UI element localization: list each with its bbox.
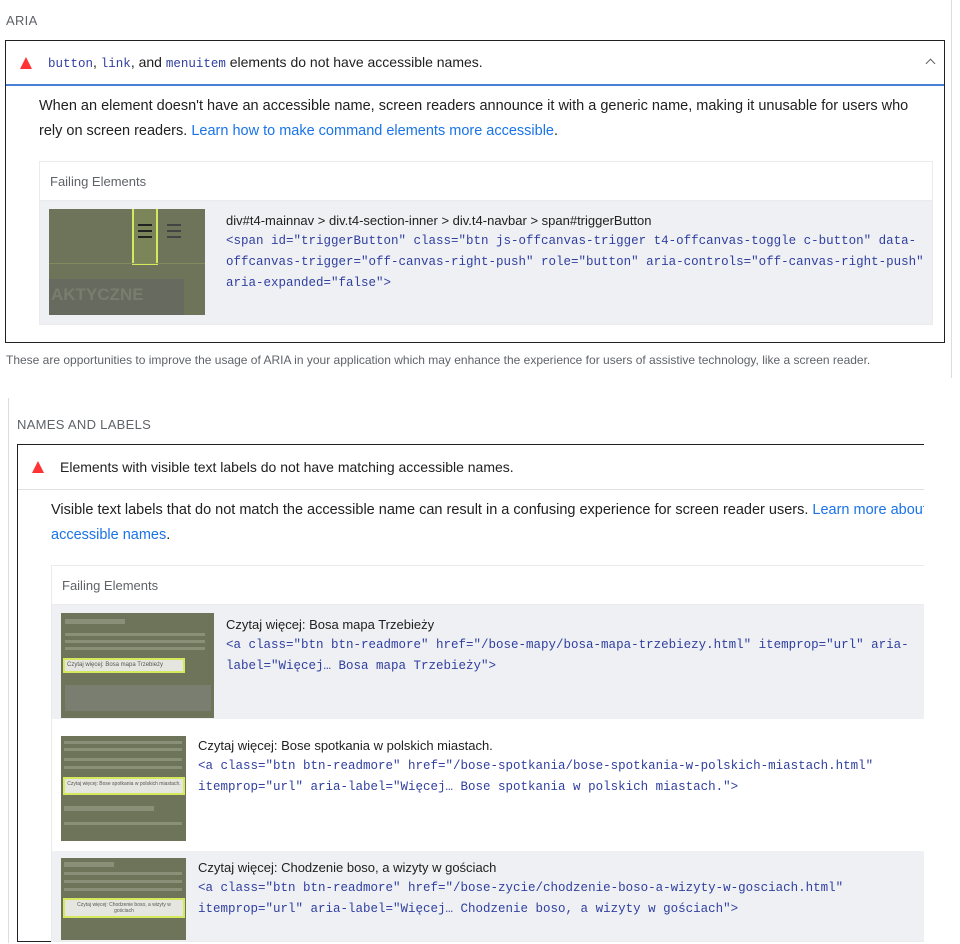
chevron-up-icon[interactable] [927, 55, 934, 67]
element-details: div#t4-mainnav > div.t4-section-inner > … [226, 201, 932, 324]
hamburger-icon [167, 224, 181, 226]
element-details: Czytaj więcej: Chodzenie boso, a wizyty … [198, 851, 898, 941]
audit-header[interactable]: button, link, and menuitem elements do n… [6, 41, 944, 86]
audit-header[interactable]: Elements with visible text labels do not… [18, 445, 924, 490]
table-row[interactable]: Czytaj więcej: Bose spotkania w polskich… [52, 719, 924, 851]
table-row[interactable]: Czytaj więcej: Chodzenie boso, a wizyty … [52, 851, 924, 941]
element-screenshot: Czytaj więcej: Bose spotkania w polskich… [61, 736, 186, 841]
group-footer: These are opportunities to improve the u… [6, 353, 871, 367]
element-selector: div#t4-mainnav > div.t4-section-inner > … [226, 213, 652, 228]
table-header: Failing Elements [52, 566, 924, 605]
element-details: Czytaj więcej: Bosa mapa Trzebieży <a cl… [226, 605, 916, 719]
element-details: Czytaj więcej: Bose spotkania w polskich… [198, 719, 898, 851]
table-row[interactable]: AKTYCZNE div#t4-mainnav > div.t4-section… [40, 201, 932, 324]
element-snippet: <span id="triggerButton" class="btn js-o… [226, 234, 924, 290]
fail-triangle-icon [20, 56, 32, 69]
highlight-label: Czytaj więcej: Bose spotkania w polskich… [63, 777, 185, 795]
element-screenshot: Czytaj więcej: Chodzenie boso, a wizyty … [61, 858, 186, 940]
names-labels-group: NAMES AND LABELS Elements with visible t… [8, 398, 924, 943]
thumb-text: AKTYCZNE [49, 279, 184, 315]
audit-title: button, link, and menuitem elements do n… [48, 54, 483, 71]
element-snippet: <a class="btn btn-readmore" href="/bose-… [226, 638, 909, 673]
element-snippet: <a class="btn btn-readmore" href="/bose-… [198, 759, 874, 794]
highlight-label: Czytaj więcej: Bosa mapa Trzebieży [63, 658, 185, 673]
element-screenshot: Czytaj więcej: Bosa mapa Trzebieży [61, 613, 214, 718]
element-selector: Czytaj więcej: Bosa mapa Trzebieży [226, 617, 435, 632]
audit-button-name: button, link, and menuitem elements do n… [5, 40, 945, 343]
element-selector: Czytaj więcej: Bose spotkania w polskich… [198, 738, 493, 753]
fail-triangle-icon [32, 461, 44, 473]
audit-description: Visible text labels that do not match th… [18, 490, 924, 548]
failing-elements-table: Failing Elements AKTYCZNE div#t4-mainnav… [39, 161, 933, 325]
table-header: Failing Elements [40, 162, 932, 201]
group-title-names: NAMES AND LABELS [17, 417, 152, 432]
element-screenshot: AKTYCZNE [49, 209, 205, 315]
table-row[interactable]: Czytaj więcej: Bosa mapa Trzebieży Czyta… [52, 605, 924, 719]
audit-label-content-name-mismatch: Elements with visible text labels do not… [17, 444, 924, 942]
hamburger-icon [138, 224, 152, 226]
highlight [132, 209, 158, 265]
element-selector: Czytaj więcej: Chodzenie boso, a wizyty … [198, 860, 497, 875]
audit-title: Elements with visible text labels do not… [60, 459, 514, 475]
highlight-label: Czytaj więcej: Chodzenie boso, a wizyty … [63, 898, 185, 918]
learn-more-link[interactable]: Learn how to make command elements more … [191, 123, 554, 139]
failing-elements-table: Failing Elements Czytaj więcej: Bosa map… [51, 565, 924, 942]
element-snippet: <a class="btn btn-readmore" href="/bose-… [198, 881, 844, 916]
group-title-aria: ARIA [6, 13, 38, 28]
panel-edge [951, 0, 952, 378]
audit-description: When an element doesn't have an accessib… [39, 98, 909, 139]
